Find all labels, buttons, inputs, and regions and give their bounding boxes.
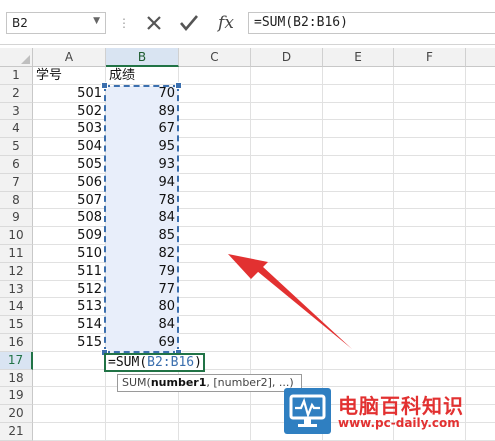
- watermark-title: 电脑百科知识: [338, 394, 464, 418]
- red-arrow-annotation: [228, 254, 352, 349]
- watermark-logo: 电脑百科知识 www.pc-daily.com: [270, 380, 495, 440]
- watermark-url: www.pc-daily.com: [338, 416, 460, 430]
- monitor-icon: [284, 388, 331, 434]
